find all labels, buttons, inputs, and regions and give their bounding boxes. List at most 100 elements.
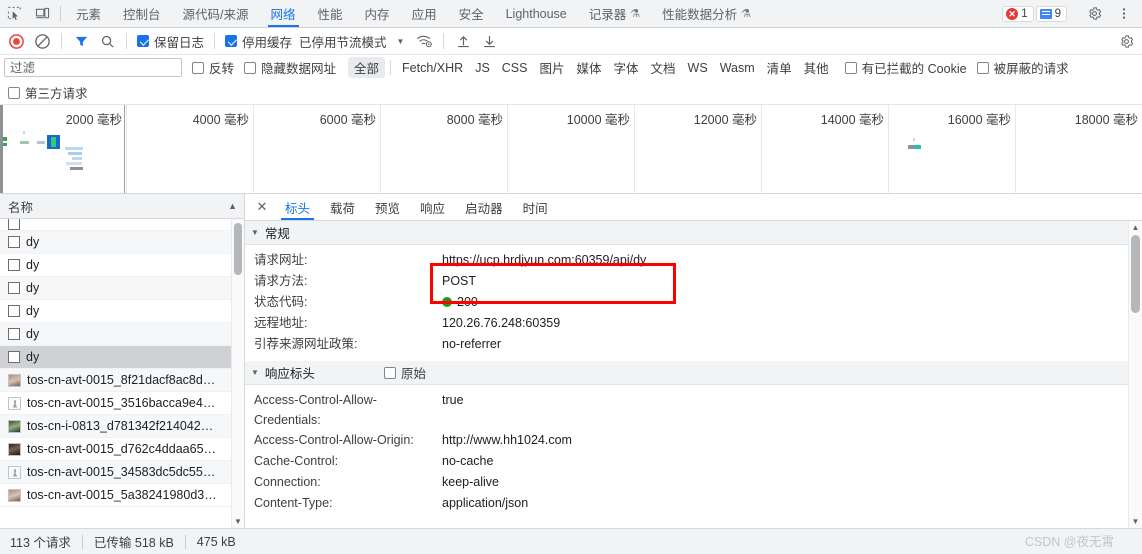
network-settings-gear-icon[interactable] — [1114, 30, 1138, 52]
disable-cache-checkbox[interactable]: 停用缓存 — [222, 32, 295, 51]
status-code-value: 200 — [457, 295, 478, 309]
tab-security[interactable]: 安全 — [448, 0, 495, 27]
tab-headers[interactable]: 标头 — [275, 194, 320, 220]
invert-checkbox[interactable]: 反转 — [192, 58, 234, 77]
tab-response[interactable]: 响应 — [410, 194, 455, 220]
filter-type-manifest[interactable]: 清单 — [761, 57, 798, 78]
filter-type-img[interactable]: 图片 — [533, 57, 570, 78]
detail-scrollbar[interactable]: ▲ ▼ — [1128, 221, 1142, 528]
scroll-down-icon[interactable]: ▼ — [232, 517, 244, 526]
detail-body: ▼ 常规 请求网址: https://ucp.hrdjyun.com:60359… — [245, 221, 1142, 528]
filter-type-js[interactable]: JS — [469, 60, 496, 76]
checkbox-box — [976, 61, 989, 74]
list-item[interactable]: dy — [0, 254, 244, 277]
message-icon — [1039, 8, 1052, 19]
row-value-wrap: 200 — [442, 292, 478, 313]
clear-icon[interactable] — [30, 30, 54, 52]
network-toolbar-right — [1114, 30, 1138, 52]
close-icon[interactable]: ✕ — [249, 194, 275, 220]
scroll-down-icon[interactable]: ▼ — [1129, 517, 1142, 526]
list-item[interactable]: dy — [0, 300, 244, 323]
search-icon[interactable] — [95, 30, 119, 52]
list-item[interactable]: dy — [0, 323, 244, 346]
chevron-down-icon[interactable]: ▼ — [251, 228, 259, 237]
tab-performance-insights[interactable]: 性能数据分析 ⚗ — [651, 0, 762, 27]
filter-type-font[interactable]: 字体 — [608, 57, 645, 78]
request-list-scrollbar[interactable]: ▼ — [231, 219, 244, 528]
filter-type-media[interactable]: 媒体 — [571, 57, 608, 78]
list-item[interactable] — [0, 219, 244, 231]
tab-performance[interactable]: 性能 — [307, 0, 354, 27]
device-toolbar-icon[interactable] — [28, 0, 56, 27]
tab-application[interactable]: 应用 — [401, 0, 448, 27]
filter-type-fetch-xhr[interactable]: Fetch/XHR — [396, 60, 469, 76]
list-item[interactable]: dy — [0, 277, 244, 300]
filter-type-wasm[interactable]: Wasm — [714, 60, 761, 76]
filter-input[interactable] — [4, 58, 182, 77]
chevron-down-icon[interactable]: ▼ — [391, 37, 411, 46]
tabbar-divider — [60, 6, 61, 21]
tab-payload[interactable]: 载荷 — [320, 194, 365, 220]
response-headers-section-header[interactable]: ▼ 响应标头 原始 — [245, 361, 1142, 385]
tab-timing[interactable]: 时间 — [513, 194, 558, 220]
devtools-tabs: 元素 控制台 源代码/来源 网络 性能 内存 应用 安全 Lighthouse … — [65, 0, 762, 27]
filter-icon[interactable] — [69, 30, 93, 52]
overview-cell: 12000 毫秒 — [635, 105, 762, 193]
network-conditions-icon[interactable] — [412, 30, 436, 52]
inspect-element-icon[interactable] — [0, 0, 28, 27]
row-key: Cache-Control: — [254, 454, 339, 468]
list-item[interactable]: tos-cn-avt-0015_d762c4ddaa65… — [0, 438, 244, 461]
overview-selection-window[interactable] — [0, 105, 125, 193]
filter-type-other[interactable]: 其他 — [798, 57, 835, 78]
tab-sources[interactable]: 源代码/来源 — [172, 0, 260, 27]
tab-network[interactable]: 网络 — [260, 0, 307, 27]
kebab-menu-icon[interactable] — [1110, 6, 1138, 21]
request-name: dy — [26, 327, 40, 341]
list-item[interactable]: dy — [0, 231, 244, 254]
scroll-up-icon[interactable]: ▲ — [1129, 223, 1142, 232]
list-item[interactable]: tos-cn-i-0813_d781342f214042… — [0, 415, 244, 438]
tab-lighthouse[interactable]: Lighthouse — [495, 0, 578, 27]
tab-memory[interactable]: 内存 — [354, 0, 401, 27]
export-har-icon[interactable] — [477, 30, 501, 52]
list-item-selected[interactable]: dy — [0, 346, 244, 369]
checkbox-box — [383, 366, 396, 379]
raw-toggle-checkbox[interactable]: 原始 — [383, 363, 426, 382]
request-list[interactable]: dy dy dy dy dy dy tos-cn-avt-0015_8f21da… — [0, 219, 244, 528]
filter-type-css[interactable]: CSS — [496, 60, 534, 76]
tab-initiator[interactable]: 启动器 — [455, 194, 513, 220]
scrollbar-thumb[interactable] — [1131, 235, 1140, 313]
row-value[interactable]: https://ucp.hrdjyun.com:60359/api/dy — [442, 250, 646, 271]
tab-preview[interactable]: 预览 — [365, 194, 410, 220]
gear-icon[interactable] — [1080, 6, 1108, 21]
hide-data-urls-checkbox[interactable]: 隐藏数据网址 — [244, 58, 336, 77]
preserve-log-checkbox[interactable]: 保留日志 — [134, 32, 207, 51]
import-har-icon[interactable] — [451, 30, 475, 52]
filter-type-doc[interactable]: 文档 — [645, 57, 682, 78]
third-party-checkbox[interactable]: 第三方请求 — [8, 83, 88, 102]
general-section-header[interactable]: ▼ 常规 — [245, 221, 1142, 245]
network-overview-timeline[interactable]: 2000 毫秒 4000 毫秒 6000 毫秒 8000 毫秒 10000 毫秒… — [0, 105, 1142, 194]
tab-recorder[interactable]: 记录器 ⚗ — [578, 0, 651, 27]
list-item[interactable]: tos-cn-avt-0015_3516bacca9e4… — [0, 392, 244, 415]
throttling-select[interactable]: 已停用节流模式 — [297, 32, 389, 51]
filter-type-ws[interactable]: WS — [682, 60, 714, 76]
filter-type-all[interactable]: 全部 — [348, 57, 386, 78]
list-item[interactable]: tos-cn-avt-0015_34583dc5dc55… — [0, 461, 244, 484]
header-row-content-type: Content-Type: application/json — [245, 493, 1142, 514]
list-item[interactable]: tos-cn-avt-0015_5a38241980d3… — [0, 484, 244, 507]
chevron-down-icon[interactable]: ▼ — [251, 368, 259, 377]
devtools-window: 元素 控制台 源代码/来源 网络 性能 内存 应用 安全 Lighthouse … — [0, 0, 1142, 554]
list-item[interactable]: tos-cn-avt-0015_8f21dacf8ac8d… — [0, 369, 244, 392]
scrollbar-thumb[interactable] — [234, 223, 242, 275]
error-count-badge[interactable]: ✕ 1 — [1002, 5, 1034, 22]
request-list-header[interactable]: 名称 ▲ — [0, 194, 244, 219]
blocked-cookies-checkbox[interactable]: 有已拦截的 Cookie — [844, 58, 967, 77]
sort-ascending-icon: ▲ — [228, 201, 237, 211]
blocked-requests-checkbox[interactable]: 被屏蔽的请求 — [976, 58, 1069, 77]
tab-elements[interactable]: 元素 — [65, 0, 112, 27]
tab-console[interactable]: 控制台 — [112, 0, 172, 27]
blocked-cookies-label: 有已拦截的 Cookie — [861, 62, 967, 76]
record-button[interactable] — [4, 30, 28, 52]
message-count-badge[interactable]: 9 — [1035, 5, 1067, 22]
